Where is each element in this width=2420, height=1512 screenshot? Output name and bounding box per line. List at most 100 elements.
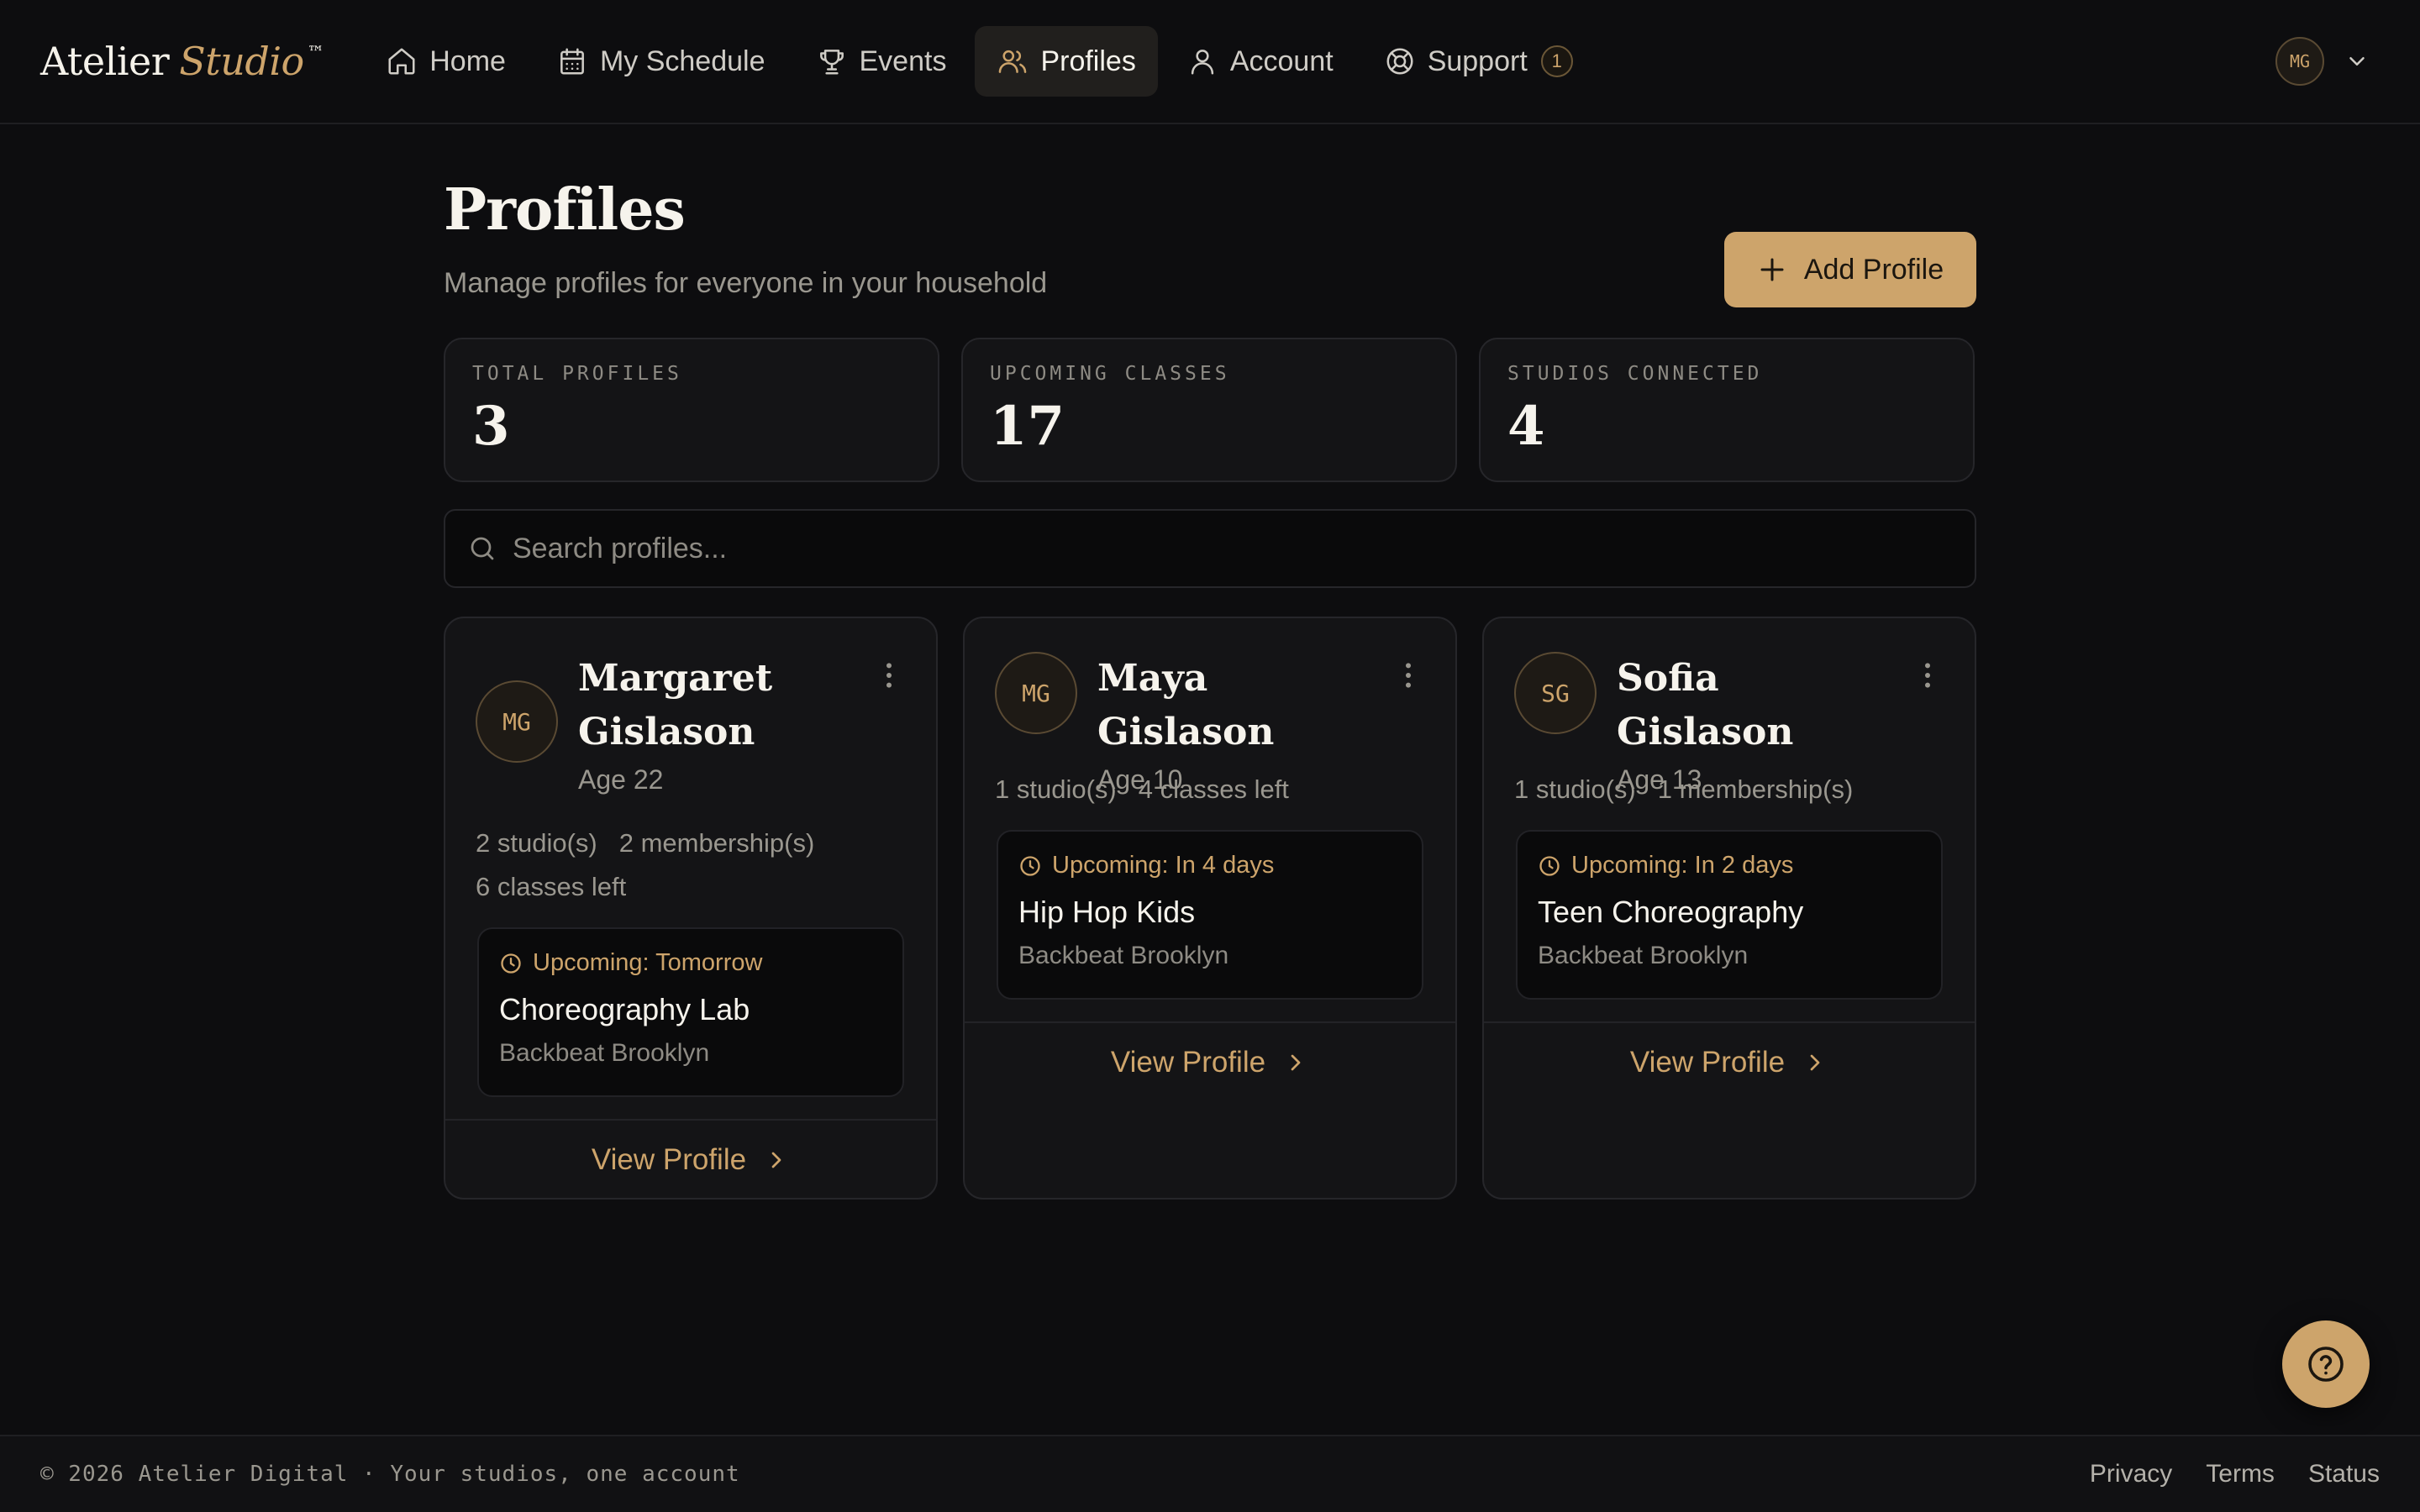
page-subtitle: Manage profiles for everyone in your hou…	[444, 267, 1048, 299]
stat-card-studios-connected: STUDIOS CONNECTED 4	[1479, 338, 1975, 482]
nav-item-label: My Schedule	[599, 45, 765, 77]
chevron-right-icon	[1282, 1049, 1309, 1076]
upcoming-class[interactable]: Upcoming: In 2 days Teen Choreography Ba…	[1516, 830, 1943, 1000]
nav-item-label: Profiles	[1040, 45, 1136, 77]
upcoming-when: Upcoming: Tomorrow	[499, 949, 882, 977]
nav-item-label: Events	[859, 45, 947, 77]
nav-item-my-schedule[interactable]: My Schedule	[534, 26, 787, 97]
profile-meta: 2 studio(s) 2 membership(s) 6 classes lef…	[476, 822, 906, 909]
home-icon	[386, 45, 418, 77]
view-profile-button[interactable]: View Profile	[1484, 1021, 1975, 1102]
more-options-icon[interactable]	[872, 659, 906, 692]
upcoming-when-label: Upcoming: In 2 days	[1571, 852, 1794, 879]
page-title: Profiles	[444, 176, 686, 244]
view-profile-label: View Profile	[1629, 1046, 1786, 1079]
stat-label: STUDIOS CONNECTED	[1507, 363, 1763, 385]
add-profile-button[interactable]: Add Profile	[1724, 232, 1976, 307]
footer-links: Privacy Terms Status	[2090, 1460, 2380, 1488]
stat-label: UPCOMING CLASSES	[990, 363, 1230, 385]
brand-accent: Studio	[179, 39, 304, 84]
profile-meta: 1 studio(s) 4 classes left	[995, 768, 1425, 811]
classes-left: 6 classes left	[476, 872, 627, 901]
profile-info: Margaret Gislason Age 22	[578, 652, 855, 795]
avatar: SG	[1514, 652, 1597, 734]
stat-value: 3	[472, 395, 510, 458]
top-navigation: Atelier Studio ™ Home My Schedule Events	[0, 0, 2420, 124]
footer-link-status[interactable]: Status	[2308, 1460, 2380, 1488]
stat-value: 4	[1507, 395, 1545, 458]
upcoming-studio: Backbeat Brooklyn	[1538, 942, 1749, 969]
brand-logo[interactable]: Atelier Studio ™	[40, 39, 324, 84]
search-icon	[467, 533, 497, 564]
footer-link-terms[interactable]: Terms	[2206, 1460, 2275, 1488]
upcoming-class[interactable]: Upcoming: Tomorrow Choreography Lab Back…	[477, 927, 904, 1097]
stat-value: 17	[990, 395, 1065, 458]
support-badge: 1	[1540, 45, 1573, 77]
trophy-icon	[816, 45, 848, 77]
stats-row: TOTAL PROFILES 3 UPCOMING CLASSES 17 STU…	[444, 338, 1976, 482]
profile-name: Maya Gislason	[1097, 657, 1275, 753]
nav-item-support[interactable]: Support 1	[1362, 26, 1595, 97]
add-profile-label: Add Profile	[1803, 253, 1944, 286]
plus-icon	[1757, 255, 1787, 285]
clock-icon	[499, 952, 523, 975]
upcoming-when-label: Upcoming: Tomorrow	[533, 949, 763, 976]
profile-card: MG Margaret Gislason Age 22 2 studio(s) 2…	[444, 617, 938, 1200]
view-profile-label: View Profile	[591, 1143, 747, 1176]
more-options-icon[interactable]	[1392, 659, 1425, 692]
clock-icon	[1018, 854, 1042, 878]
nav-item-label: Home	[429, 45, 506, 77]
nav-item-events[interactable]: Events	[794, 26, 969, 97]
nav-item-label: Account	[1229, 45, 1334, 77]
studio-count: 1 studio(s)	[995, 774, 1117, 804]
stat-card-total-profiles: TOTAL PROFILES 3	[444, 338, 939, 482]
chevron-down-icon[interactable]	[2344, 49, 2370, 74]
upcoming-when: Upcoming: In 4 days	[1018, 852, 1402, 879]
upcoming-when: Upcoming: In 2 days	[1538, 852, 1921, 879]
brand-name: Atelier	[40, 39, 170, 84]
nav-item-profiles[interactable]: Profiles	[975, 26, 1158, 97]
studio-count: 1 studio(s)	[1514, 774, 1636, 804]
avatar[interactable]: MG	[2275, 37, 2324, 86]
view-profile-label: View Profile	[1110, 1046, 1266, 1079]
main-nav: Home My Schedule Events Profiles Account	[364, 26, 1595, 97]
view-profile-button[interactable]: View Profile	[965, 1021, 1455, 1102]
studio-count: 2 studio(s)	[476, 828, 597, 858]
footer-copyright: © 2026 Atelier Digital · Your studios, o…	[40, 1462, 740, 1487]
profile-name-line: Margaret	[578, 657, 773, 700]
lifebuoy-icon	[1384, 45, 1416, 77]
membership-count: 1 membership(s)	[1657, 774, 1854, 804]
upcoming-when-label: Upcoming: In 4 days	[1052, 852, 1275, 879]
view-profile-button[interactable]: View Profile	[445, 1119, 936, 1198]
profile-meta: 1 studio(s) 1 membership(s)	[1514, 768, 1944, 811]
footer-link-privacy[interactable]: Privacy	[2090, 1460, 2172, 1488]
search-input[interactable]: Search profiles...	[444, 509, 1976, 588]
nav-item-home[interactable]: Home	[364, 26, 528, 97]
profile-card: SG Sofia Gislason Age 13 1 studio(s) 1 me…	[1482, 617, 1976, 1200]
profile-card: MG Maya Gislason Age 10 1 studio(s) 4 cla…	[963, 617, 1457, 1200]
upcoming-studio: Backbeat Brooklyn	[1018, 942, 1229, 969]
upcoming-class-name: Teen Choreography	[1538, 895, 1804, 929]
chevron-right-icon	[763, 1147, 790, 1173]
profile-age: Age 22	[578, 764, 664, 795]
upcoming-class-name: Hip Hop Kids	[1018, 895, 1196, 929]
avatar: MG	[476, 680, 558, 763]
avatar: MG	[995, 652, 1077, 734]
profile-card-header: MG Margaret Gislason Age 22	[476, 652, 906, 795]
chevron-right-icon	[1802, 1049, 1828, 1076]
upcoming-class[interactable]: Upcoming: In 4 days Hip Hop Kids Backbea…	[997, 830, 1423, 1000]
classes-left: 4 classes left	[1138, 774, 1289, 804]
upcoming-class-name: Choreography Lab	[499, 992, 750, 1026]
clock-icon	[1538, 854, 1561, 878]
membership-count: 2 membership(s)	[618, 828, 815, 858]
footer: © 2026 Atelier Digital · Your studios, o…	[0, 1435, 2420, 1512]
brand-trademark: ™	[307, 42, 324, 62]
user-menu[interactable]: MG	[2275, 37, 2370, 86]
user-icon	[1186, 45, 1218, 77]
profile-name-line: Gislason	[578, 711, 755, 753]
nav-item-account[interactable]: Account	[1165, 26, 1355, 97]
profile-name: Sofia Gislason	[1617, 657, 1794, 753]
help-button[interactable]	[2282, 1320, 2370, 1408]
upcoming-studio: Backbeat Brooklyn	[499, 1039, 710, 1067]
more-options-icon[interactable]	[1911, 659, 1944, 692]
